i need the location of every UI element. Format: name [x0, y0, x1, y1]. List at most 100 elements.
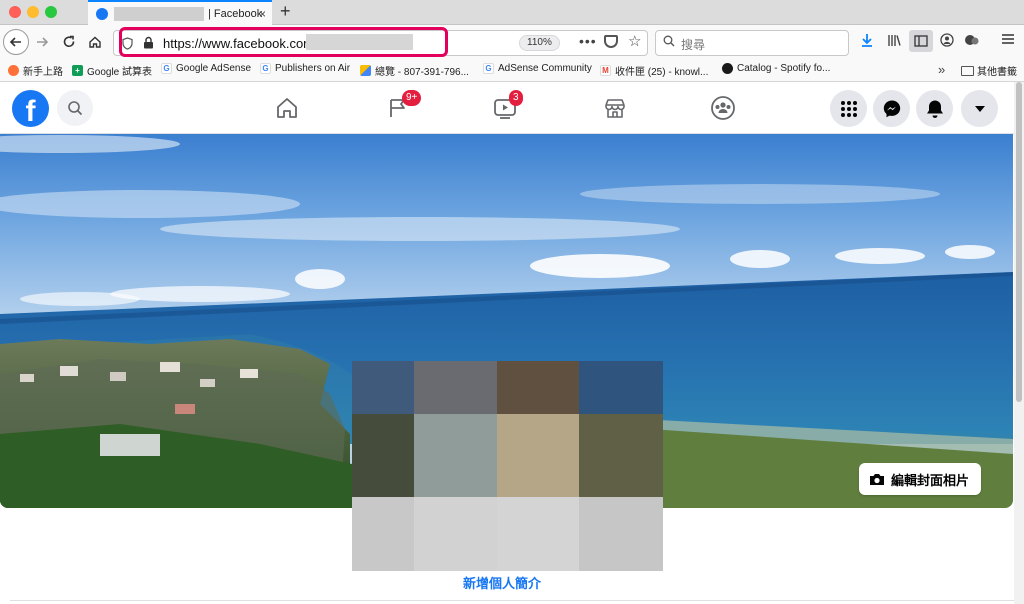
search-placeholder: 搜尋 — [681, 38, 706, 52]
extension-icon[interactable] — [964, 33, 980, 50]
caret-down-icon — [974, 105, 985, 112]
facebook-search-button[interactable] — [57, 90, 93, 126]
back-button[interactable] — [3, 29, 29, 55]
groups-icon — [711, 96, 735, 120]
nav-home-button[interactable] — [271, 92, 303, 124]
nav-pages-button[interactable]: 9+ — [382, 90, 422, 124]
bookmark-item[interactable]: 總覽 - 807-391-796... — [360, 63, 469, 78]
sheets-icon: + — [72, 65, 83, 76]
avatar-pixel-block — [579, 414, 663, 497]
home-button[interactable] — [82, 29, 108, 55]
bookmark-label: Catalog - Spotify fo... — [737, 63, 831, 74]
home-icon — [89, 36, 101, 48]
maximize-window-button[interactable] — [45, 6, 57, 18]
spotify-icon — [722, 63, 733, 74]
page-scrollbar[interactable] — [1014, 82, 1024, 604]
nav-marketplace-button[interactable] — [599, 92, 631, 124]
other-bookmarks-folder[interactable]: 其他書籤 — [961, 63, 1017, 78]
bookmark-item[interactable]: G AdSense Community — [483, 63, 592, 74]
bookmark-label: 總覽 - 807-391-796... — [375, 67, 469, 78]
bookmark-item[interactable]: M 收件匣 (25) - knowl... — [600, 63, 708, 78]
bookmark-item[interactable]: G Google AdSense — [161, 63, 251, 74]
notification-badge: 3 — [509, 90, 523, 106]
sidebar-toggle-icon[interactable] — [909, 30, 933, 52]
notifications-button[interactable] — [916, 90, 953, 127]
bookmark-item[interactable]: Catalog - Spotify fo... — [722, 63, 830, 74]
firefox-icon — [8, 65, 19, 76]
forward-arrow-icon — [37, 37, 49, 47]
minimize-window-button[interactable] — [27, 6, 39, 18]
url-highlight-box — [119, 27, 448, 57]
home-icon — [277, 98, 297, 118]
nav-groups-button[interactable] — [707, 92, 739, 124]
close-tab-icon[interactable]: × — [259, 7, 266, 21]
avatar-pixel-block — [352, 361, 414, 414]
bookmark-item[interactable]: G Publishers on Air — [260, 63, 350, 74]
folder-icon — [961, 65, 974, 76]
reload-icon — [63, 35, 75, 48]
avatar-pixel-block — [352, 414, 414, 497]
forward-button[interactable] — [29, 29, 55, 55]
pocket-icon[interactable] — [604, 35, 618, 48]
edit-cover-photo-button[interactable]: 編輯封面相片 — [859, 463, 982, 495]
tab-title: | Facebook — [208, 7, 263, 20]
google-icon: G — [161, 63, 172, 74]
messenger-button[interactable] — [873, 90, 910, 127]
bookmark-label: AdSense Community — [498, 63, 592, 74]
avatar-pixel-block — [414, 497, 497, 571]
bookmark-star-icon[interactable]: ☆ — [628, 32, 641, 50]
bookmark-label: Google AdSense — [176, 63, 252, 74]
grid-icon — [840, 100, 857, 117]
facebook-logo-icon[interactable]: f — [12, 90, 49, 127]
avatar-pixel-block — [497, 361, 579, 414]
google-ads-icon — [360, 65, 371, 76]
facebook-favicon-icon — [96, 7, 108, 20]
back-arrow-icon — [9, 37, 21, 47]
bookmark-label: 收件匣 (25) - knowl... — [615, 67, 709, 78]
profile-picture[interactable] — [352, 361, 663, 571]
bookmark-label: 新手上路 — [23, 67, 63, 78]
bookmarks-toolbar: 新手上路 + Google 試算表 G Google AdSense G Pub… — [0, 60, 1024, 82]
avatar-pixel-block — [579, 497, 663, 571]
menu-icon[interactable] — [1001, 32, 1015, 48]
blurred-tab-title — [114, 6, 204, 21]
avatar-pixel-block — [579, 361, 663, 414]
add-bio-link[interactable]: 新增個人簡介 — [463, 573, 541, 592]
nav-watch-button[interactable]: 3 — [489, 90, 523, 124]
menu-grid-button[interactable] — [830, 90, 867, 127]
bookmark-label: Publishers on Air — [275, 63, 351, 74]
bookmark-item[interactable]: + Google 試算表 — [72, 63, 152, 78]
google-icon: G — [260, 63, 271, 74]
avatar-pixel-block — [497, 497, 579, 571]
reload-button[interactable] — [56, 29, 82, 55]
scrollbar-thumb[interactable] — [1016, 82, 1022, 402]
bookmarks-overflow-icon[interactable]: » — [938, 62, 945, 77]
avatar-pixel-block — [414, 361, 497, 414]
gmail-icon: M — [600, 65, 611, 76]
bell-icon — [926, 100, 943, 118]
bookmark-label: Google 試算表 — [87, 67, 153, 78]
messenger-icon — [883, 100, 900, 117]
other-bookmarks-label: 其他書籤 — [977, 67, 1017, 78]
store-icon — [605, 99, 625, 118]
close-window-button[interactable] — [9, 6, 21, 18]
downloads-icon[interactable] — [860, 33, 874, 51]
camera-icon — [870, 473, 884, 485]
avatar-pixel-block — [352, 497, 414, 571]
facebook-header: f 9+ 3 — [0, 82, 1014, 134]
page-actions-icon[interactable]: ••• — [579, 33, 597, 49]
google-icon: G — [483, 63, 494, 74]
avatar-pixel-block — [497, 414, 579, 497]
bookmark-item[interactable]: 新手上路 — [8, 63, 63, 78]
avatar-pixel-block — [414, 414, 497, 497]
library-icon[interactable] — [887, 33, 902, 50]
account-menu-button[interactable] — [961, 90, 998, 127]
tab-bar: | Facebook × + — [0, 0, 1024, 25]
account-icon[interactable] — [940, 33, 954, 50]
tab-facebook[interactable]: | Facebook × — [88, 0, 272, 25]
new-tab-button[interactable]: + — [280, 1, 291, 22]
notification-badge: 9+ — [402, 90, 422, 106]
search-icon — [663, 35, 675, 50]
search-box[interactable]: 搜尋 — [655, 30, 849, 56]
zoom-level-badge[interactable]: 110% — [519, 35, 560, 51]
